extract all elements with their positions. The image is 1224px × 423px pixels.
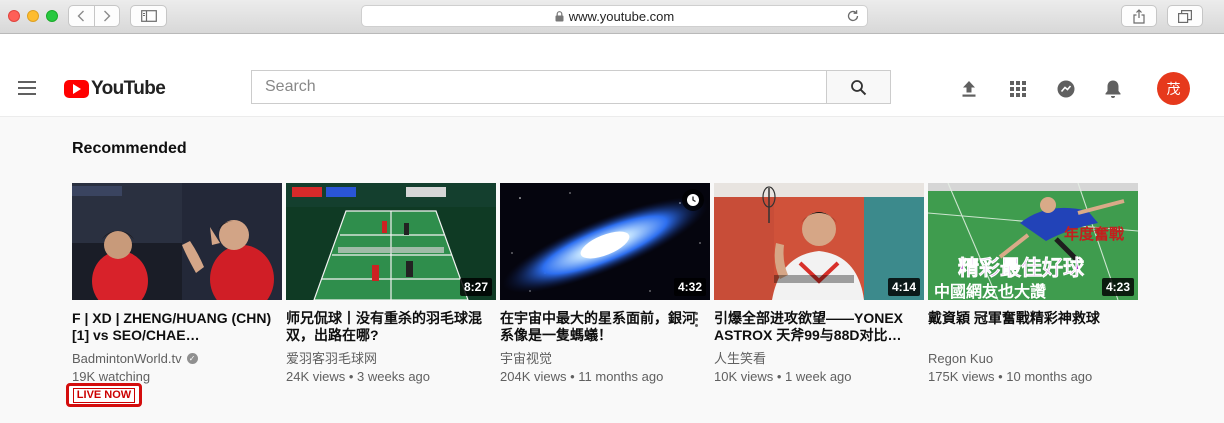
video-thumbnail[interactable]: 4:14 — [714, 183, 924, 300]
close-window-button[interactable] — [8, 10, 20, 22]
video-meta: 10K views • 1 week ago — [714, 369, 852, 384]
channel-row: Regon Kuo — [928, 350, 1138, 367]
back-icon — [77, 10, 85, 22]
video-meta: 24K views • 3 weeks ago — [286, 369, 431, 384]
video-duration: 4:14 — [887, 278, 920, 296]
video-card[interactable]: 8:27 师兄侃球丨没有重杀的羽毛球混双，出路在哪? 爱羽客羽毛球网 24K v… — [286, 183, 496, 385]
channel-name[interactable]: 宇宙视觉 — [500, 350, 552, 367]
video-card[interactable]: 年度奮戰 精彩最佳好球 中國網友也大讚 4:23 戴資穎 冠軍奮戰精彩神救球 R… — [928, 183, 1138, 385]
channel-name[interactable]: 爱羽客羽毛球网 — [286, 350, 377, 367]
account-avatar[interactable]: 茂 — [1157, 72, 1190, 105]
thumb-caption-main: 精彩最佳好球 — [958, 256, 1085, 280]
share-icon — [1133, 8, 1145, 24]
search-input[interactable] — [263, 77, 807, 97]
search-box — [251, 70, 827, 104]
channel-name[interactable]: BadmintonWorld.tv — [72, 350, 182, 367]
logo-text: YouTube — [91, 78, 166, 99]
show-tabs-button[interactable] — [1167, 5, 1203, 27]
back-button[interactable] — [69, 6, 94, 26]
video-title[interactable]: F | XD | ZHENG/HUANG (CHN) [1] vs SEO/CH… — [72, 310, 272, 344]
channel-name[interactable]: Regon Kuo — [928, 350, 993, 367]
video-card[interactable]: 4:14 引爆全部进攻欲望——YONEX ASTROX 天斧99与88D对比… … — [714, 183, 924, 385]
channel-row: 宇宙视觉 — [500, 350, 710, 367]
thumb-caption-year: 年度奮戰 — [1064, 225, 1124, 243]
sidebar-icon — [140, 10, 157, 22]
video-thumbnail[interactable] — [72, 183, 282, 300]
video-card[interactable]: F | XD | ZHENG/HUANG (CHN) [1] vs SEO/CH… — [72, 183, 282, 385]
video-thumbnail[interactable]: 8:27 — [286, 183, 496, 300]
thumb-caption-sub: 中國網友也大讚 — [934, 282, 1046, 300]
play-logo-icon — [64, 80, 89, 98]
video-thumbnail[interactable]: 年度奮戰 精彩最佳好球 中國網友也大讚 4:23 — [928, 183, 1138, 300]
video-title[interactable]: 引爆全部进攻欲望——YONEX ASTROX 天斧99与88D对比… — [714, 310, 914, 344]
channel-name[interactable]: 人生笑看 — [714, 350, 766, 367]
video-duration: 4:23 — [1101, 278, 1134, 296]
search-icon — [851, 79, 867, 95]
channel-row: BadmintonWorld.tv ✓ — [72, 350, 282, 367]
zoom-window-button[interactable] — [46, 10, 58, 22]
notifications-bell-icon[interactable] — [1102, 78, 1124, 100]
reload-icon[interactable] — [846, 9, 860, 23]
share-button[interactable] — [1121, 5, 1157, 27]
verified-check-icon: ✓ — [186, 353, 198, 364]
more-actions-icon[interactable] — [695, 312, 699, 328]
tabs-icon — [1178, 9, 1192, 23]
apps-grid-icon[interactable] — [1007, 78, 1029, 100]
video-meta: 175K views • 10 months ago — [928, 369, 1093, 384]
live-now-label: LIVE NOW — [72, 387, 136, 403]
video-duration: 8:27 — [459, 278, 492, 296]
video-thumbnail[interactable]: 4:32 — [500, 183, 710, 300]
guide-menu-icon[interactable] — [18, 81, 36, 95]
video-duration: 4:32 — [673, 278, 706, 296]
lock-icon — [555, 10, 564, 21]
video-title[interactable]: 在宇宙中最大的星系面前，銀河系像是一隻螞蟻！ — [500, 310, 700, 344]
messages-icon[interactable] — [1055, 78, 1077, 100]
watch-later-clock-icon[interactable] — [682, 189, 704, 211]
minimize-window-button[interactable] — [27, 10, 39, 22]
forward-icon — [103, 10, 111, 22]
address-bar[interactable]: www.youtube.com — [361, 5, 868, 27]
video-meta: 204K views • 11 months ago — [500, 369, 664, 384]
section-title: Recommended — [72, 140, 187, 157]
url-text: www.youtube.com — [568, 8, 675, 24]
video-title[interactable]: 戴資穎 冠軍奮戰精彩神救球 — [928, 310, 1128, 344]
channel-row: 爱羽客羽毛球网 — [286, 350, 496, 367]
browser-toolbar: www.youtube.com — [0, 0, 1224, 34]
video-card[interactable]: 4:32 在宇宙中最大的星系面前，銀河系像是一隻螞蟻！ 宇宙视觉 204K vi… — [500, 183, 710, 385]
masthead: YouTube 茂 — [0, 34, 1224, 117]
sidebar-button[interactable] — [130, 5, 167, 27]
history-nav — [68, 5, 120, 27]
upload-icon[interactable] — [958, 78, 980, 100]
live-now-badge: LIVE NOW — [66, 383, 142, 407]
forward-button[interactable] — [93, 6, 120, 26]
video-title[interactable]: 师兄侃球丨没有重杀的羽毛球混双，出路在哪? — [286, 310, 486, 344]
channel-row: 人生笑看 — [714, 350, 924, 367]
search-button[interactable] — [826, 70, 891, 104]
youtube-logo[interactable]: YouTube — [64, 78, 166, 100]
